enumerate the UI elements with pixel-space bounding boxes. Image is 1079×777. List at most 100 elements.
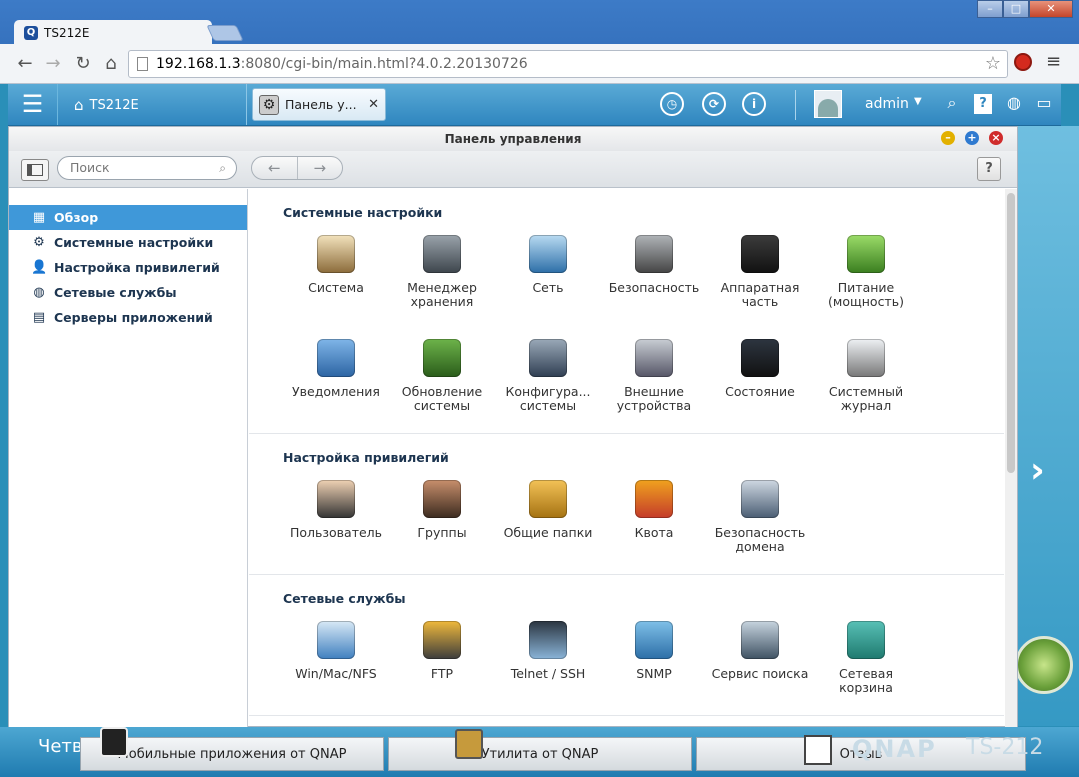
section-title: Сетевые службы [283,591,406,606]
settings-tile[interactable]: Внешние устройства [601,329,707,433]
background-tasks-icon[interactable]: ◷ [660,92,684,116]
tile-label: Внешние устройства [616,384,692,413]
dashboard-gauge-icon[interactable] [1015,636,1073,694]
tile-label: Конфигура... системы [505,384,591,413]
tile-label: Сетевая корзина [839,666,893,695]
home-icon[interactable]: ⌂ [100,53,122,74]
chevron-right-icon[interactable]: › [1030,450,1045,491]
bookmark-star-icon[interactable]: ☆ [985,53,1001,74]
info-icon[interactable]: i [742,92,766,116]
settings-tile[interactable]: Менеджер хранения [389,225,495,329]
external-drive-icon [635,339,673,377]
section-title: Системные настройки [283,205,443,220]
qnap-favicon-icon: Q [24,26,38,40]
main-menu-button[interactable]: ☰ [8,84,58,125]
sidebar-item-3[interactable]: ◍ Сетевые службы [9,280,247,305]
search-icon[interactable]: ⌕ [942,93,962,113]
sidebar-toggle-button[interactable] [21,159,49,181]
lock-icon [635,235,673,273]
forward-arrow-icon[interactable]: → [42,53,64,74]
grid-icon: ▦ [32,210,46,225]
device-name: TS212E [89,97,139,113]
forward-button[interactable]: → [298,157,343,179]
close-button[interactable]: ✕ [1029,0,1073,18]
settings-tile[interactable]: Пользователь [283,470,389,574]
browser-tab[interactable]: Q TS212E [14,20,212,46]
storage-icon [423,235,461,273]
settings-tile[interactable]: Группы [389,470,495,574]
settings-tile[interactable]: Питание (мощность) [813,225,919,329]
tile-label: Квота [634,525,674,540]
close-icon[interactable]: ✕ [368,97,379,112]
icon-grid: Система Менеджер хранения Сеть Безопасность… [283,225,1003,433]
desktop-home-button[interactable]: ⌂ TS212E [74,96,139,114]
icon-grid: Win/Mac/NFS FTP Telnet / SSH SNMP Сервис пои… [283,611,1003,715]
window-close-button[interactable]: × [989,131,1003,145]
window-titlebar: Панель управления – + × [9,127,1017,151]
tile-label: Сервис поиска [711,666,809,681]
globe-icon: ◍ [33,285,45,300]
sidebar-item-0[interactable]: ▦ Обзор [9,205,247,230]
system-icon [317,235,355,273]
sidebar-item-label: Обзор [54,210,99,225]
settings-tile[interactable]: Общие папки [495,470,601,574]
open-app-tab[interactable]: ⚙ Панель у... ✕ [252,88,386,121]
settings-tile[interactable]: Безопасность домена [707,470,813,574]
address-bar[interactable]: 192.168.1.3 :8080/cgi-bin/main.html?4.0.… [128,50,1008,78]
tile-label: Пользователь [289,525,383,540]
window-maximize-button[interactable]: + [965,131,979,145]
config-gear-icon [529,339,567,377]
maximize-button[interactable]: □ [1003,0,1029,18]
settings-tile[interactable]: Сервис поиска [707,611,813,715]
avatar[interactable] [814,90,842,118]
scrollbar-thumb[interactable] [1007,193,1015,473]
settings-tile[interactable]: Состояние [707,329,813,433]
settings-tile[interactable]: SNMP [601,611,707,715]
sidebar: ▦ Обзор ⚙ Системные настройки 👤 Настройка при… [9,189,248,727]
settings-tile[interactable]: Обновление системы [389,329,495,433]
settings-tile[interactable]: Безопасность [601,225,707,329]
toolbox-icon [455,729,483,759]
help-button[interactable]: ? [977,157,1001,181]
tile-label: Уведомления [292,384,380,399]
tile-label: Win/Mac/NFS [295,666,377,681]
settings-tile[interactable]: Квота [601,470,707,574]
globe-icon[interactable]: ◍ [1004,93,1024,112]
help-icon[interactable]: ? [974,94,992,114]
divider [795,90,796,120]
settings-tile[interactable]: Аппаратная часть [707,225,813,329]
back-arrow-icon[interactable]: ← [14,53,36,74]
settings-tile[interactable]: FTP [389,611,495,715]
sidebar-item-label: Сетевые службы [54,285,177,300]
reload-icon[interactable]: ↻ [72,53,94,74]
tile-label: Сеть [532,280,564,295]
back-button[interactable]: ← [252,157,298,179]
sidebar-item-2[interactable]: 👤 Настройка привилегий [9,255,247,280]
settings-tile[interactable]: Системный журнал [813,329,919,433]
scrollbar[interactable] [1005,189,1017,727]
mobile-phone-icon [100,727,128,757]
username-label[interactable]: admin [865,96,909,112]
search-input[interactable]: Поиск ⌕ [57,156,237,180]
browser-menu-icon[interactable]: ≡ [1046,51,1061,72]
sidebar-item-1[interactable]: ⚙ Системные настройки [9,230,247,255]
new-tab-button[interactable] [206,25,244,41]
settings-tile[interactable]: Сеть [495,225,601,329]
sync-icon[interactable]: ⟳ [702,92,726,116]
chevron-down-icon[interactable]: ▼ [914,96,922,107]
sidebar-item-4[interactable]: ▤ Серверы приложений [9,305,247,330]
settings-tile[interactable]: Telnet / SSH [495,611,601,715]
settings-tile[interactable]: Уведомления [283,329,389,433]
adblock-extension-icon[interactable] [1014,53,1032,71]
settings-tile[interactable]: Win/Mac/NFS [283,611,389,715]
settings-tile[interactable]: Сетевая корзина [813,611,919,715]
utility-button[interactable]: Утилита от QNAP [388,737,692,771]
users-group-icon [423,480,461,518]
tile-label: Состояние [725,384,795,399]
settings-tile[interactable]: Конфигура... системы [495,329,601,433]
search-icon[interactable]: ⌕ [219,157,226,179]
minimize-button[interactable]: – [977,0,1003,18]
window-minimize-button[interactable]: – [941,131,955,145]
display-icon[interactable]: ▭ [1034,93,1054,112]
settings-tile[interactable]: Система [283,225,389,329]
